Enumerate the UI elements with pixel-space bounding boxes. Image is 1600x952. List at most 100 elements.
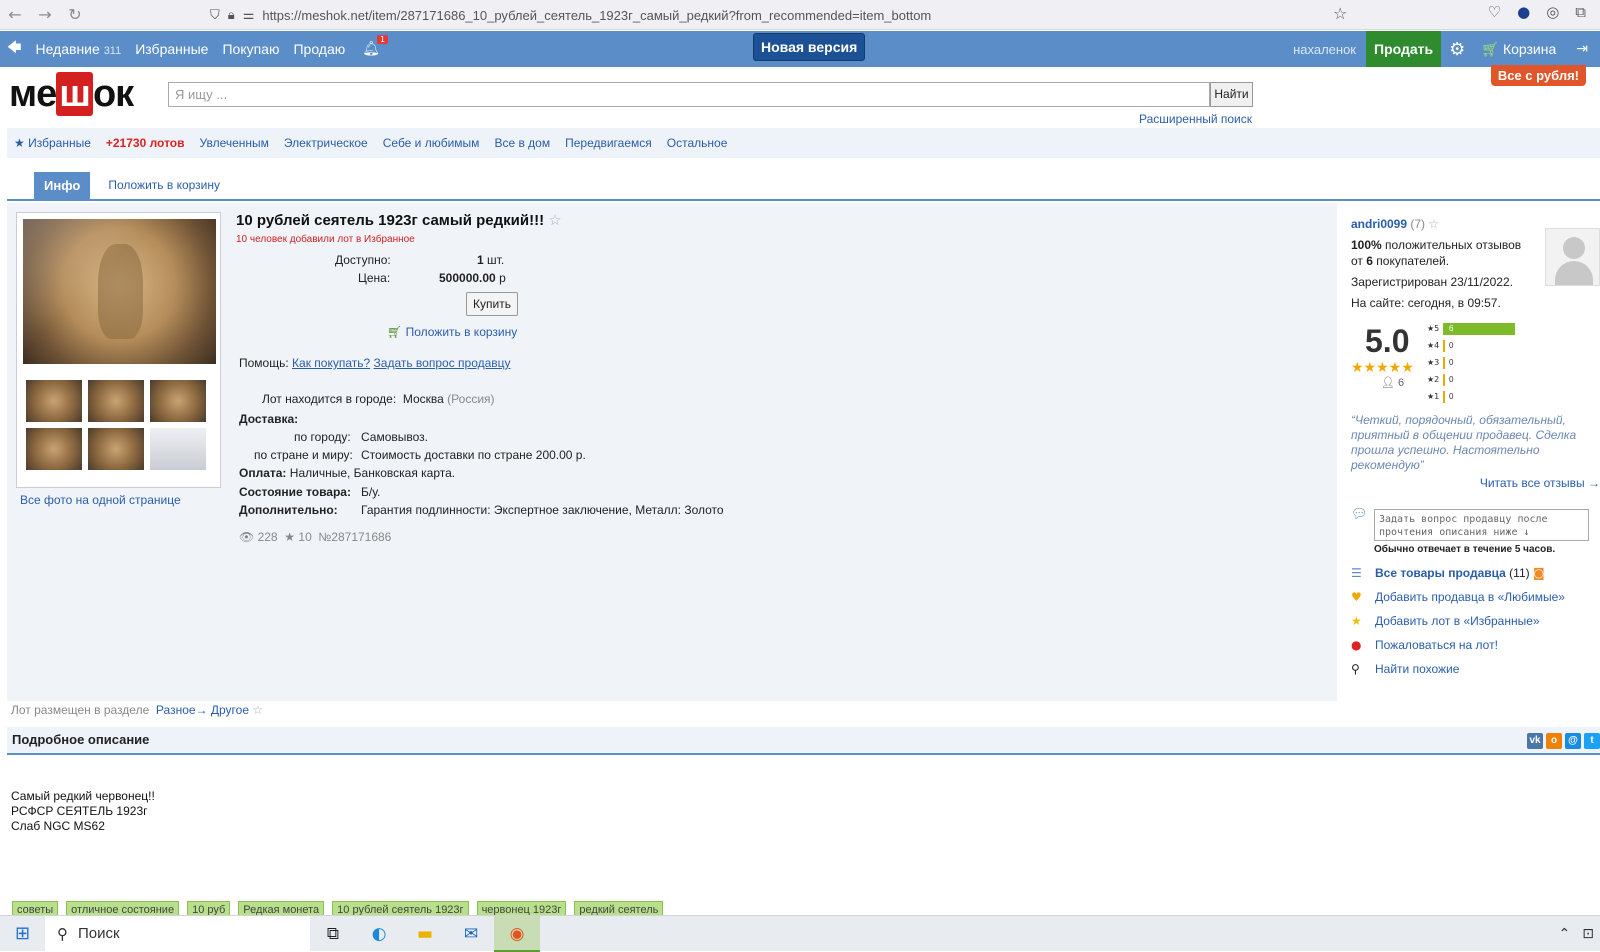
lock-icon[interactable]: 🔒︎: [228, 8, 235, 23]
photo-thumbnail[interactable]: [88, 380, 144, 422]
site-logo[interactable]: мешок: [9, 72, 134, 116]
tag[interactable]: Редкая монета: [238, 901, 325, 916]
taskbar-search[interactable]: ⚲ Поиск: [45, 915, 310, 952]
windows-start-icon[interactable]: ⊞: [0, 923, 45, 944]
mailru-icon[interactable]: @: [1565, 733, 1581, 749]
photo-thumbnail[interactable]: [150, 380, 206, 422]
category-link[interactable]: Остальное: [667, 136, 728, 150]
rating-value: 5.0: [1365, 323, 1410, 359]
search-input[interactable]: Я ищу ...: [168, 82, 1210, 107]
back-arrow-icon[interactable]: 🡄: [0, 37, 28, 61]
edge-icon[interactable]: ◐: [356, 916, 402, 952]
rss-icon: ◙: [1532, 566, 1545, 580]
username[interactable]: нахаленок: [1293, 42, 1366, 57]
sell-button[interactable]: Продать: [1366, 31, 1442, 67]
tag[interactable]: 10 руб: [187, 901, 231, 916]
put-in-cart-link[interactable]: 🛒︎ Положить в корзину: [387, 325, 517, 339]
network-icon[interactable]: ⊡: [1582, 926, 1594, 942]
photo-thumbnail[interactable]: [26, 380, 82, 422]
seller-name[interactable]: andri0099: [1351, 217, 1407, 231]
available-value: 1 шт.: [477, 253, 505, 267]
favorites-category[interactable]: ★ Избранные: [14, 136, 91, 150]
search-button[interactable]: Найти: [1210, 82, 1253, 107]
cart-icon: 🛒︎: [387, 325, 403, 339]
rating-bar-count: 0: [1449, 341, 1454, 350]
permissions-icon[interactable]: ⚌: [243, 8, 255, 23]
pocket-icon[interactable]: ♡: [1488, 3, 1501, 21]
tag[interactable]: 10 рублей сеятель 1923г: [332, 901, 469, 916]
favorite-star-icon[interactable]: ☆: [548, 211, 561, 229]
main-photo[interactable]: [23, 219, 216, 364]
firefox-icon[interactable]: ◉: [494, 915, 540, 952]
section-path-link[interactable]: Разное→ Другое: [156, 703, 249, 717]
extensions-puzzle-icon[interactable]: ⧉: [1575, 3, 1586, 21]
all-from-ruble-button[interactable]: Все с рубля!: [1490, 65, 1586, 86]
bookmark-star-icon[interactable]: ☆: [1333, 4, 1347, 23]
seller-panel: andri0099 (7) ☆ 100% положительных отзыв…: [1337, 203, 1600, 701]
category-link[interactable]: Себе и любимым: [383, 136, 480, 150]
hot-lots-link[interactable]: +21730 лотов: [106, 136, 185, 150]
add-favorite-lot-link[interactable]: ★ Добавить лот в «Избранные»: [1351, 609, 1565, 633]
logout-icon[interactable]: ⇥: [1564, 41, 1600, 57]
mail-icon[interactable]: ✉: [448, 916, 494, 952]
notifications-bell-icon[interactable]: 🔔︎ 1: [352, 35, 390, 57]
url-text[interactable]: https://meshok.net/item/287171686_10_руб…: [262, 8, 931, 23]
tag[interactable]: червонец 1923г: [476, 901, 567, 916]
rating-bar: [1443, 339, 1445, 352]
gear-icon[interactable]: ⚙: [1441, 39, 1473, 60]
photo-thumbnail[interactable]: [88, 428, 144, 470]
reload-icon[interactable]: ↻: [60, 5, 90, 24]
extension-icon[interactable]: ●: [1517, 3, 1530, 21]
rating-bar-count: 0: [1449, 392, 1454, 401]
add-favorite-seller-link[interactable]: ♥ Добавить продавца в «Любимые»: [1351, 585, 1565, 609]
photo-gallery: [16, 212, 221, 488]
lot-tabs: Инфо Положить в корзину: [7, 172, 1600, 201]
search-icon: ⚲: [57, 924, 68, 943]
buy-button[interactable]: Купить: [466, 292, 518, 316]
rating-bar-row: ★2 0: [1427, 371, 1515, 388]
social-share: vk о @ t: [1527, 733, 1600, 749]
ask-seller-link[interactable]: Задать вопрос продавцу: [374, 356, 511, 370]
category-link[interactable]: Передвигаемся: [565, 136, 652, 150]
photo-thumbnail[interactable]: [26, 428, 82, 470]
buying-link[interactable]: Покупаю: [215, 41, 286, 57]
tag[interactable]: отличное состояние: [66, 901, 180, 916]
tab-put-in-cart[interactable]: Положить в корзину: [90, 171, 238, 199]
advanced-search-link[interactable]: Расширенный поиск: [1139, 112, 1252, 126]
vk-icon[interactable]: vk: [1527, 733, 1543, 749]
category-link[interactable]: Электрическое: [284, 136, 368, 150]
favorites-link[interactable]: Избранные: [128, 41, 215, 57]
forward-icon[interactable]: →: [30, 5, 60, 24]
find-similar-link[interactable]: ⚲ Найти похожие: [1351, 657, 1565, 681]
how-to-buy-link[interactable]: Как покупать?: [292, 356, 370, 370]
category-link[interactable]: Увлеченным: [200, 136, 269, 150]
avatar[interactable]: [1545, 228, 1600, 286]
section-star-icon[interactable]: ☆: [252, 703, 263, 717]
report-lot-link[interactable]: ● Пожаловаться на лот!: [1351, 633, 1565, 657]
photo-thumbnail[interactable]: [150, 428, 206, 470]
seller-star-icon[interactable]: ☆: [1428, 217, 1439, 231]
chevron-up-icon[interactable]: ⌃: [1559, 926, 1571, 942]
tag[interactable]: редкий сеятель: [574, 901, 664, 916]
all-seller-items-link[interactable]: ☰ Все товары продавца (11) ◙: [1351, 561, 1565, 585]
ask-seller-input[interactable]: Задать вопрос продавцу после прочтения о…: [1374, 509, 1589, 541]
address-bar[interactable]: ⛉ 🔒︎ ⚌ https://meshok.net/item/287171686…: [210, 2, 1360, 28]
tag[interactable]: советы: [12, 901, 59, 916]
new-version-button[interactable]: Новая версия: [753, 33, 866, 61]
back-icon[interactable]: ←: [0, 5, 30, 24]
cart-link[interactable]: 🛒︎ Корзина: [1473, 41, 1564, 58]
tab-info[interactable]: Инфо: [34, 172, 91, 199]
ok-icon[interactable]: о: [1546, 733, 1562, 749]
shield-icon[interactable]: ⛉: [210, 8, 220, 23]
task-view-icon[interactable]: ⧉: [310, 916, 356, 952]
account-icon[interactable]: ◎: [1546, 3, 1559, 21]
rating-bar-row: ★4 0: [1427, 337, 1515, 354]
recent-link[interactable]: Недавние 311: [28, 41, 128, 57]
selling-link[interactable]: Продаю: [286, 41, 352, 57]
cart-icon: 🛒︎: [1481, 41, 1500, 58]
read-all-reviews-link[interactable]: Читать все отзывы →: [1480, 476, 1600, 490]
all-photos-link[interactable]: Все фото на одной странице: [20, 493, 181, 507]
file-explorer-icon[interactable]: ▬: [402, 916, 448, 952]
category-link[interactable]: Все в дом: [494, 136, 550, 150]
twitter-icon[interactable]: t: [1584, 733, 1600, 749]
